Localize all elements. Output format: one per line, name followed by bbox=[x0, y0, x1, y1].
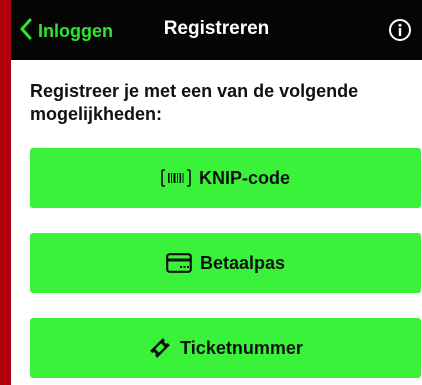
ticketnummer-button[interactable]: Ticketnummer bbox=[30, 318, 421, 378]
card-icon bbox=[166, 253, 192, 273]
betaalpas-label: Betaalpas bbox=[199, 252, 286, 273]
register-screen: Inloggen Registreren Registreer je met e… bbox=[11, 0, 422, 385]
page-title: Registreren bbox=[163, 18, 270, 39]
knip-code-label: KNIP-code bbox=[198, 167, 290, 188]
navigation-bar: Inloggen Registreren bbox=[11, 0, 422, 60]
knip-code-button[interactable]: KNIP-code bbox=[30, 148, 421, 208]
info-icon[interactable] bbox=[388, 18, 412, 42]
ticketnummer-label: Ticketnummer bbox=[180, 337, 303, 358]
intro-text: Registreer je met een van de volgende mo… bbox=[30, 81, 359, 124]
ticket-icon bbox=[148, 336, 172, 360]
betaalpas-button[interactable]: Betaalpas bbox=[30, 233, 421, 293]
barcode-icon bbox=[161, 169, 191, 187]
